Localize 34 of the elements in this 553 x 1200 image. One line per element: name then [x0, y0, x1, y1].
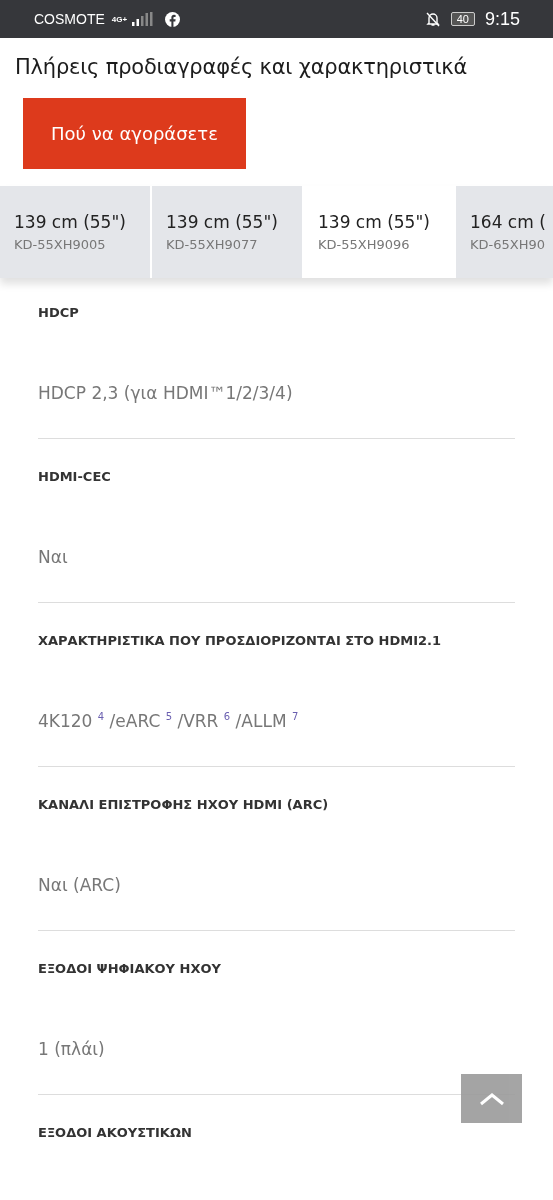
spec-label: ΧΑΡΑΚΤΗΡΙΣΤΙΚΑ ΠΟΥ ΠΡΟΣΔΙΟΡΙΖΟΝΤΑΙ ΣΤΟ HDMI2.1	[38, 633, 443, 648]
facebook-icon	[165, 11, 181, 27]
back-to-top-button[interactable]	[461, 1074, 522, 1123]
page-title: Πλήρεις προδιαγραφές και χαρακτηριστικά	[15, 55, 469, 79]
model-number: KD-65XH90	[470, 237, 546, 252]
signal-icon	[132, 12, 155, 26]
where-to-buy-button[interactable]: Πού να αγοράσετε	[23, 98, 246, 169]
spec-label: ΕΞΟΔΟΙ ΑΚΟΥΣΤΙΚΩΝ	[38, 1125, 193, 1140]
bell-off-icon	[424, 11, 441, 27]
model-number: KD-55XH9005	[14, 237, 107, 252]
screen-size: 139 cm (55")	[14, 212, 127, 232]
spec-value: Ναι (ARC)	[38, 875, 122, 895]
spec-label: HDMI-CEC	[38, 469, 112, 484]
screen-size: 139 cm (55")	[318, 212, 431, 232]
spec-label: ΕΞΟΔΟΙ ΨΗΦΙΑΚΟΥ ΗΧΟΥ	[38, 961, 222, 976]
model-number: KD-55XH9096	[318, 237, 411, 252]
spec-value: HDCP 2,3 (για HDMI™1/2/3/4)	[38, 383, 294, 403]
model-tab[interactable]: 139 cm (55") KD-55XH9005	[0, 186, 152, 278]
clock-time: 9:15	[484, 8, 520, 30]
carrier-name: COSMOTE	[34, 11, 105, 27]
screen-size: 139 cm (55")	[166, 212, 279, 232]
chevron-up-icon	[478, 1091, 505, 1106]
model-tab[interactable]: 139 cm (55") KD-55XH9096	[304, 186, 456, 278]
spec-label: HDCP	[38, 305, 80, 320]
network-type: 4G+	[111, 14, 128, 24]
spec-value: 1 (πλάι)	[38, 1039, 106, 1059]
screen-size: 164 cm (	[470, 212, 547, 232]
model-number: KD-55XH9077	[166, 237, 259, 252]
spec-label: ΚΑΝΑΛΙ ΕΠΙΣΤΡΟΦΗΣ ΗΧΟΥ HDMI (ARC)	[38, 797, 330, 812]
model-tab[interactable]: 164 cm ( KD-65XH90	[456, 186, 553, 278]
battery-indicator: 40	[450, 12, 475, 26]
model-tab[interactable]: 139 cm (55") KD-55XH9077	[152, 186, 304, 278]
spec-value: Ναι	[38, 547, 69, 567]
spec-value: 4K120 $^{4}$ /eARC $^{5}$ /VRR $^{6}$ /ALLM $^{7}$	[38, 711, 300, 731]
